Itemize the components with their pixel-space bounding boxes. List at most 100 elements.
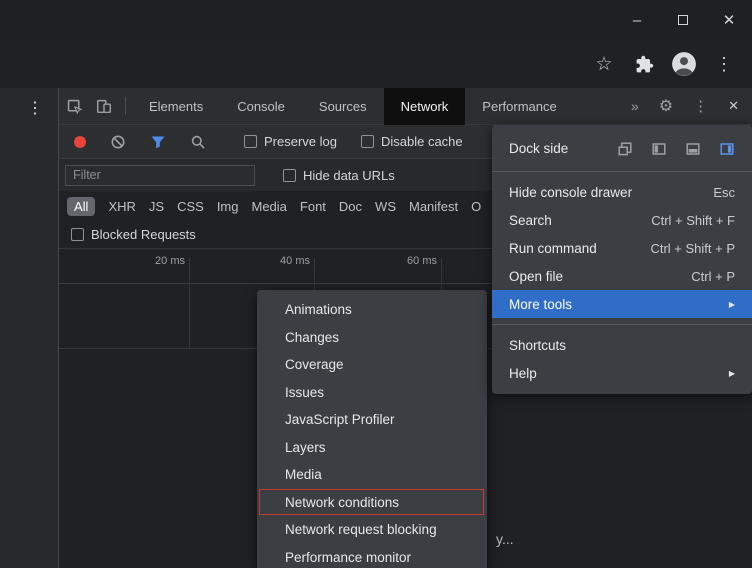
submenu-item-layers[interactable]: Layers <box>257 434 487 462</box>
timeline-gridline <box>189 258 190 348</box>
chip-all[interactable]: All <box>67 197 95 216</box>
extensions-puzzle-icon <box>635 55 654 74</box>
tab-performance[interactable]: Performance <box>465 88 573 125</box>
devtools-tabbar: Elements Console Sources Network Perform… <box>59 88 752 125</box>
submenu-item-animations[interactable]: Animations <box>257 296 487 324</box>
disable-cache-toggle[interactable]: Disable cache <box>361 134 463 149</box>
devtools-close-button[interactable]: ✕ <box>728 98 739 114</box>
submenu-item-label: Changes <box>285 330 339 345</box>
chip-font[interactable]: Font <box>300 199 326 214</box>
filter-input[interactable] <box>65 165 255 186</box>
submenu-item-label: JavaScript Profiler <box>285 412 395 427</box>
submenu-item-performance-monitor[interactable]: Performance monitor <box>257 544 487 568</box>
menu-item-hide-console-drawer[interactable]: Hide console drawer Esc <box>492 178 752 206</box>
tab-sources[interactable]: Sources <box>302 88 384 125</box>
tab-network[interactable]: Network <box>384 88 466 125</box>
window-maximize-button[interactable] <box>660 0 706 40</box>
submenu-item-network-request-blocking[interactable]: Network request blocking <box>257 516 487 544</box>
chip-media[interactable]: Media <box>251 199 286 214</box>
inspect-element-button[interactable] <box>59 88 89 125</box>
submenu-item-media[interactable]: Media <box>257 461 487 489</box>
inspect-cursor-icon <box>66 98 83 115</box>
menu-item-search[interactable]: Search Ctrl + Shift + F <box>492 206 752 234</box>
page-content-strip: ⋮ <box>0 88 58 568</box>
bookmark-button[interactable]: ☆ <box>584 40 624 88</box>
page-menu-icon[interactable]: ⋮ <box>27 98 43 118</box>
submenu-item-javascript-profiler[interactable]: JavaScript Profiler <box>257 406 487 434</box>
hide-data-urls-toggle[interactable]: Hide data URLs <box>283 168 395 183</box>
submenu-item-label: Layers <box>285 440 326 455</box>
chip-js[interactable]: JS <box>149 199 164 214</box>
window-close-button[interactable]: ✕ <box>706 0 752 40</box>
dock-right-icon-selected <box>719 141 735 157</box>
filter-funnel-icon[interactable] <box>150 134 166 150</box>
clear-log-icon[interactable] <box>110 134 126 150</box>
chip-other-partial[interactable]: O <box>471 199 481 214</box>
extensions-button[interactable] <box>624 40 664 88</box>
dock-side-row: Dock side <box>492 132 752 165</box>
menu-item-label: Shortcuts <box>509 338 566 353</box>
dock-right-button[interactable] <box>718 140 735 157</box>
devtools-menu-button[interactable]: ⋮ <box>693 97 708 115</box>
submenu-item-label: Network request blocking <box>285 522 437 537</box>
blocked-requests-checkbox[interactable] <box>71 228 84 241</box>
menu-item-label: More tools <box>509 297 572 312</box>
preserve-log-label: Preserve log <box>264 134 337 149</box>
dock-side-label: Dock side <box>509 141 568 156</box>
tab-elements[interactable]: Elements <box>132 88 220 125</box>
menu-item-shortcut: Ctrl + Shift + F <box>651 213 735 228</box>
menu-item-run-command[interactable]: Run command Ctrl + Shift + P <box>492 234 752 262</box>
dock-bottom-button[interactable] <box>684 140 701 157</box>
screen: – ✕ ☆ ⋮ ⋮ <box>0 0 752 568</box>
browser-menu-button[interactable]: ⋮ <box>704 40 744 88</box>
record-button[interactable] <box>74 136 86 148</box>
menu-divider <box>492 324 752 325</box>
menu-item-help[interactable]: Help ▶ <box>492 359 752 387</box>
submenu-item-coverage[interactable]: Coverage <box>257 351 487 379</box>
device-toolbar-icon <box>95 97 113 115</box>
submenu-item-network-conditions[interactable]: Network conditions <box>257 489 487 517</box>
ruler-tick-20ms: 20 ms <box>125 255 185 267</box>
settings-gear-icon[interactable]: ⚙ <box>659 96 673 116</box>
profile-button[interactable] <box>664 40 704 88</box>
window-minimize-button[interactable]: – <box>614 0 660 40</box>
ruler-tick-40ms: 40 ms <box>250 255 310 267</box>
menu-item-label: Help <box>509 366 537 381</box>
disable-cache-label: Disable cache <box>381 134 463 149</box>
menu-item-open-file[interactable]: Open file Ctrl + P <box>492 262 752 290</box>
dock-left-button[interactable] <box>650 140 667 157</box>
menu-item-more-tools[interactable]: More tools ▶ <box>492 290 752 318</box>
menu-item-label: Hide console drawer <box>509 185 632 200</box>
menu-item-shortcut: Ctrl + Shift + P <box>650 241 735 256</box>
more-tabs-button[interactable]: » <box>631 98 639 114</box>
chip-doc[interactable]: Doc <box>339 199 362 214</box>
dock-bottom-icon <box>685 141 701 157</box>
submenu-item-label: Performance monitor <box>285 550 411 565</box>
submenu-item-label: Media <box>285 467 322 482</box>
submenu-item-issues[interactable]: Issues <box>257 379 487 407</box>
hide-data-urls-checkbox[interactable] <box>283 169 296 182</box>
tab-console[interactable]: Console <box>220 88 302 125</box>
chip-ws[interactable]: WS <box>375 199 396 214</box>
chip-img[interactable]: Img <box>217 199 239 214</box>
dock-side-options <box>616 140 735 157</box>
disable-cache-checkbox[interactable] <box>361 135 374 148</box>
undock-button[interactable] <box>616 140 633 157</box>
submenu-item-label: Coverage <box>285 357 344 372</box>
tabbar-right-controls: » ⚙ ⋮ ✕ <box>631 96 752 116</box>
chip-css[interactable]: CSS <box>177 199 204 214</box>
hide-data-urls-label: Hide data URLs <box>303 168 395 183</box>
preserve-log-toggle[interactable]: Preserve log <box>244 134 337 149</box>
preserve-log-checkbox[interactable] <box>244 135 257 148</box>
device-toolbar-button[interactable] <box>89 88 119 125</box>
submenu-item-changes[interactable]: Changes <box>257 324 487 352</box>
search-icon[interactable] <box>190 134 206 150</box>
submenu-item-label: Network conditions <box>285 495 399 510</box>
chip-manifest[interactable]: Manifest <box>409 199 458 214</box>
chip-xhr[interactable]: XHR <box>108 199 135 214</box>
maximize-icon <box>678 15 688 25</box>
menu-item-shortcuts[interactable]: Shortcuts <box>492 331 752 359</box>
blocked-requests-label: Blocked Requests <box>91 227 196 242</box>
minimize-icon: – <box>633 12 641 29</box>
devtools-main-menu: Dock side <box>492 125 752 394</box>
